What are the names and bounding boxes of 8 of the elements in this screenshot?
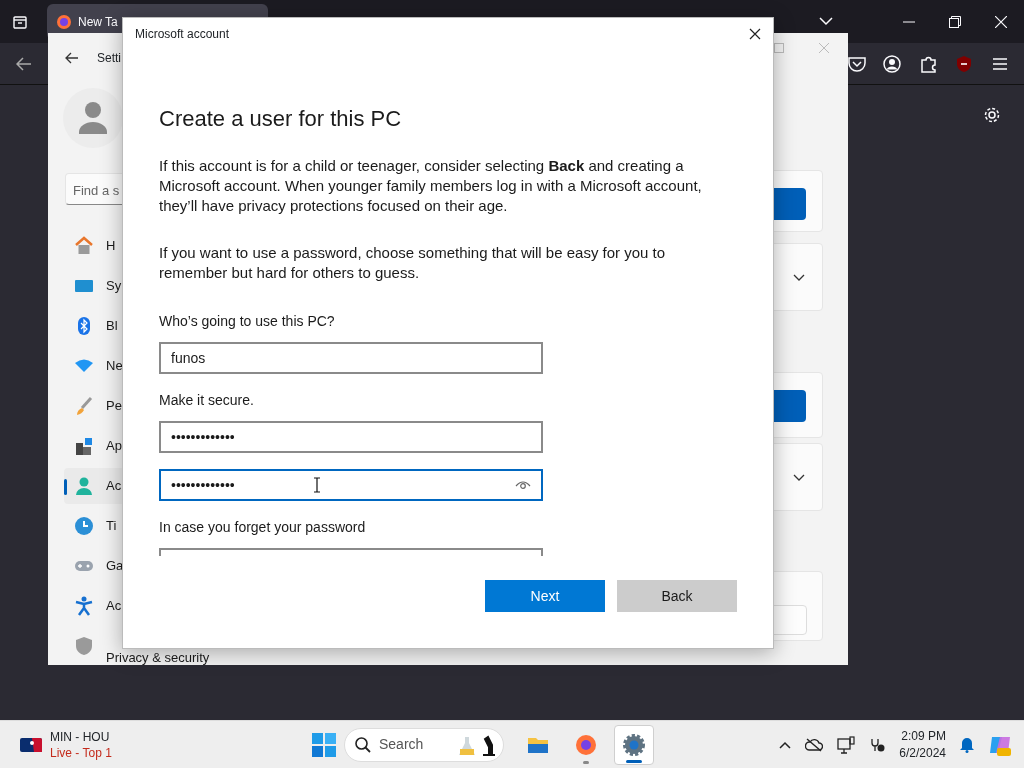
field-label: Who’s going to use this PC? (159, 312, 336, 332)
paragraph: If this account is for a child or teenager, consider selecting Back and creating a Microsoft account. When younger family members log in with a Microsoft account, they’ll have privacy protections focused on their age. (159, 156, 703, 217)
dialog-title: Microsoft account (135, 26, 230, 43)
window-title: Setti (97, 50, 121, 67)
paragraph: If you want to use a password, choose something that will be easy for you to remember but hard for others to guess. (159, 243, 667, 284)
dialog-heading: Create a user for this PC (159, 106, 403, 133)
field-label: In case you forget your password (159, 518, 367, 538)
field-label: Make it secure. (159, 391, 255, 411)
